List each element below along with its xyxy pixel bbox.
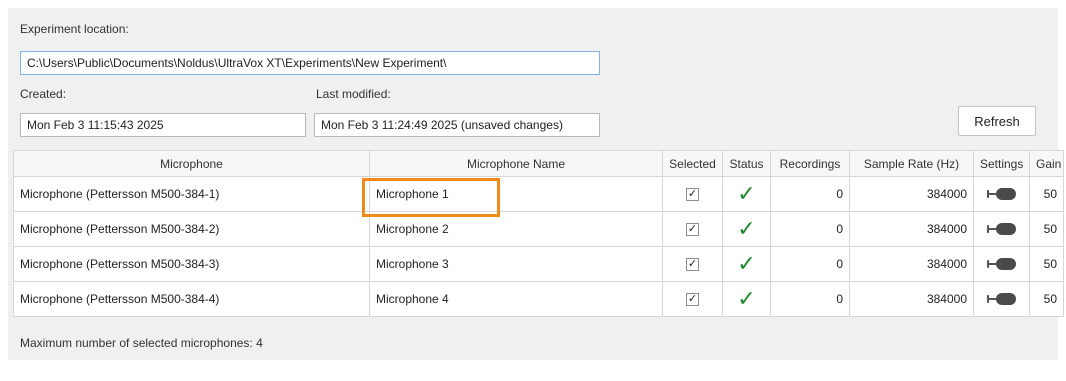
status-cell: ✓	[722, 281, 771, 317]
gain-cell[interactable]: 50	[1029, 281, 1064, 317]
last-modified-label: Last modified:	[316, 87, 391, 101]
sample-rate-cell: 384000	[849, 281, 974, 317]
sample-rate-cell: 384000	[849, 176, 974, 212]
experiment-location-field[interactable]: C:\Users\Public\Documents\Noldus\UltraVo…	[20, 51, 600, 75]
settings-cell	[973, 246, 1030, 282]
experiment-location-label: Experiment location:	[20, 22, 129, 36]
microphones-table: Microphone Microphone Name Selected Stat…	[13, 150, 1064, 317]
selected-checkbox[interactable]: ✓	[686, 188, 699, 202]
sample-rate-cell: 384000	[849, 246, 974, 282]
recordings-cell: 0	[770, 246, 850, 282]
microphone-cell: Microphone (Pettersson M500-384-2)	[13, 211, 370, 247]
selected-checkbox[interactable]: ✓	[686, 293, 699, 307]
created-label: Created:	[20, 87, 67, 101]
status-cell: ✓	[722, 246, 771, 282]
selected-checkbox[interactable]: ✓	[686, 258, 699, 272]
microphone-name-cell[interactable]: Microphone 2	[369, 211, 663, 247]
selected-cell: ✓	[662, 211, 723, 247]
recordings-cell: 0	[770, 211, 850, 247]
checkmark-icon: ✓	[737, 216, 756, 241]
microphone-name-cell[interactable]: Microphone 3	[369, 246, 663, 282]
settings-cell	[973, 211, 1030, 247]
selected-cell: ✓	[662, 246, 723, 282]
table-header-row: Microphone Microphone Name Selected Stat…	[13, 150, 1064, 177]
table-row[interactable]: Microphone (Pettersson M500-384-1) Micro…	[13, 176, 1064, 212]
selected-checkbox[interactable]: ✓	[686, 223, 699, 237]
table-row[interactable]: Microphone (Pettersson M500-384-2) Micro…	[13, 211, 1064, 247]
microphone-cell: Microphone (Pettersson M500-384-1)	[13, 176, 370, 212]
recordings-cell: 0	[770, 176, 850, 212]
column-header-settings[interactable]: Settings	[973, 150, 1030, 177]
checkmark-icon: ✓	[737, 286, 756, 311]
settings-cell	[973, 176, 1030, 212]
toggle-icon[interactable]	[986, 222, 1017, 236]
status-cell: ✓	[722, 211, 771, 247]
column-header-gain[interactable]: Gain	[1029, 150, 1064, 177]
sample-rate-cell: 384000	[849, 211, 974, 247]
max-selected-microphones-text: Maximum number of selected microphones: …	[20, 336, 263, 350]
table-row[interactable]: Microphone (Pettersson M500-384-4) Micro…	[13, 281, 1064, 317]
selected-cell: ✓	[662, 281, 723, 317]
toggle-icon[interactable]	[986, 257, 1017, 271]
gain-cell[interactable]: 50	[1029, 211, 1064, 247]
created-field[interactable]: Mon Feb 3 11:15:43 2025	[20, 113, 306, 137]
toggle-icon[interactable]	[986, 292, 1017, 306]
selected-cell: ✓	[662, 176, 723, 212]
column-header-status[interactable]: Status	[722, 150, 771, 177]
checkmark-icon: ✓	[737, 251, 756, 276]
gain-cell[interactable]: 50	[1029, 246, 1064, 282]
table-row[interactable]: Microphone (Pettersson M500-384-3) Micro…	[13, 246, 1064, 282]
microphone-name-cell[interactable]: Microphone 4	[369, 281, 663, 317]
column-header-selected[interactable]: Selected	[662, 150, 723, 177]
column-header-microphone-name[interactable]: Microphone Name	[369, 150, 663, 177]
recordings-cell: 0	[770, 281, 850, 317]
last-modified-field[interactable]: Mon Feb 3 11:24:49 2025 (unsaved changes…	[314, 113, 600, 137]
status-cell: ✓	[722, 176, 771, 212]
column-header-microphone[interactable]: Microphone	[13, 150, 370, 177]
microphone-name-cell[interactable]: Microphone 1	[369, 176, 663, 212]
refresh-button[interactable]: Refresh	[958, 106, 1036, 136]
gain-cell[interactable]: 50	[1029, 176, 1064, 212]
toggle-icon[interactable]	[986, 187, 1017, 201]
microphone-cell: Microphone (Pettersson M500-384-3)	[13, 246, 370, 282]
column-header-recordings[interactable]: Recordings	[770, 150, 850, 177]
microphone-cell: Microphone (Pettersson M500-384-4)	[13, 281, 370, 317]
column-header-sample-rate[interactable]: Sample Rate (Hz)	[849, 150, 974, 177]
checkmark-icon: ✓	[737, 181, 756, 206]
settings-cell	[973, 281, 1030, 317]
